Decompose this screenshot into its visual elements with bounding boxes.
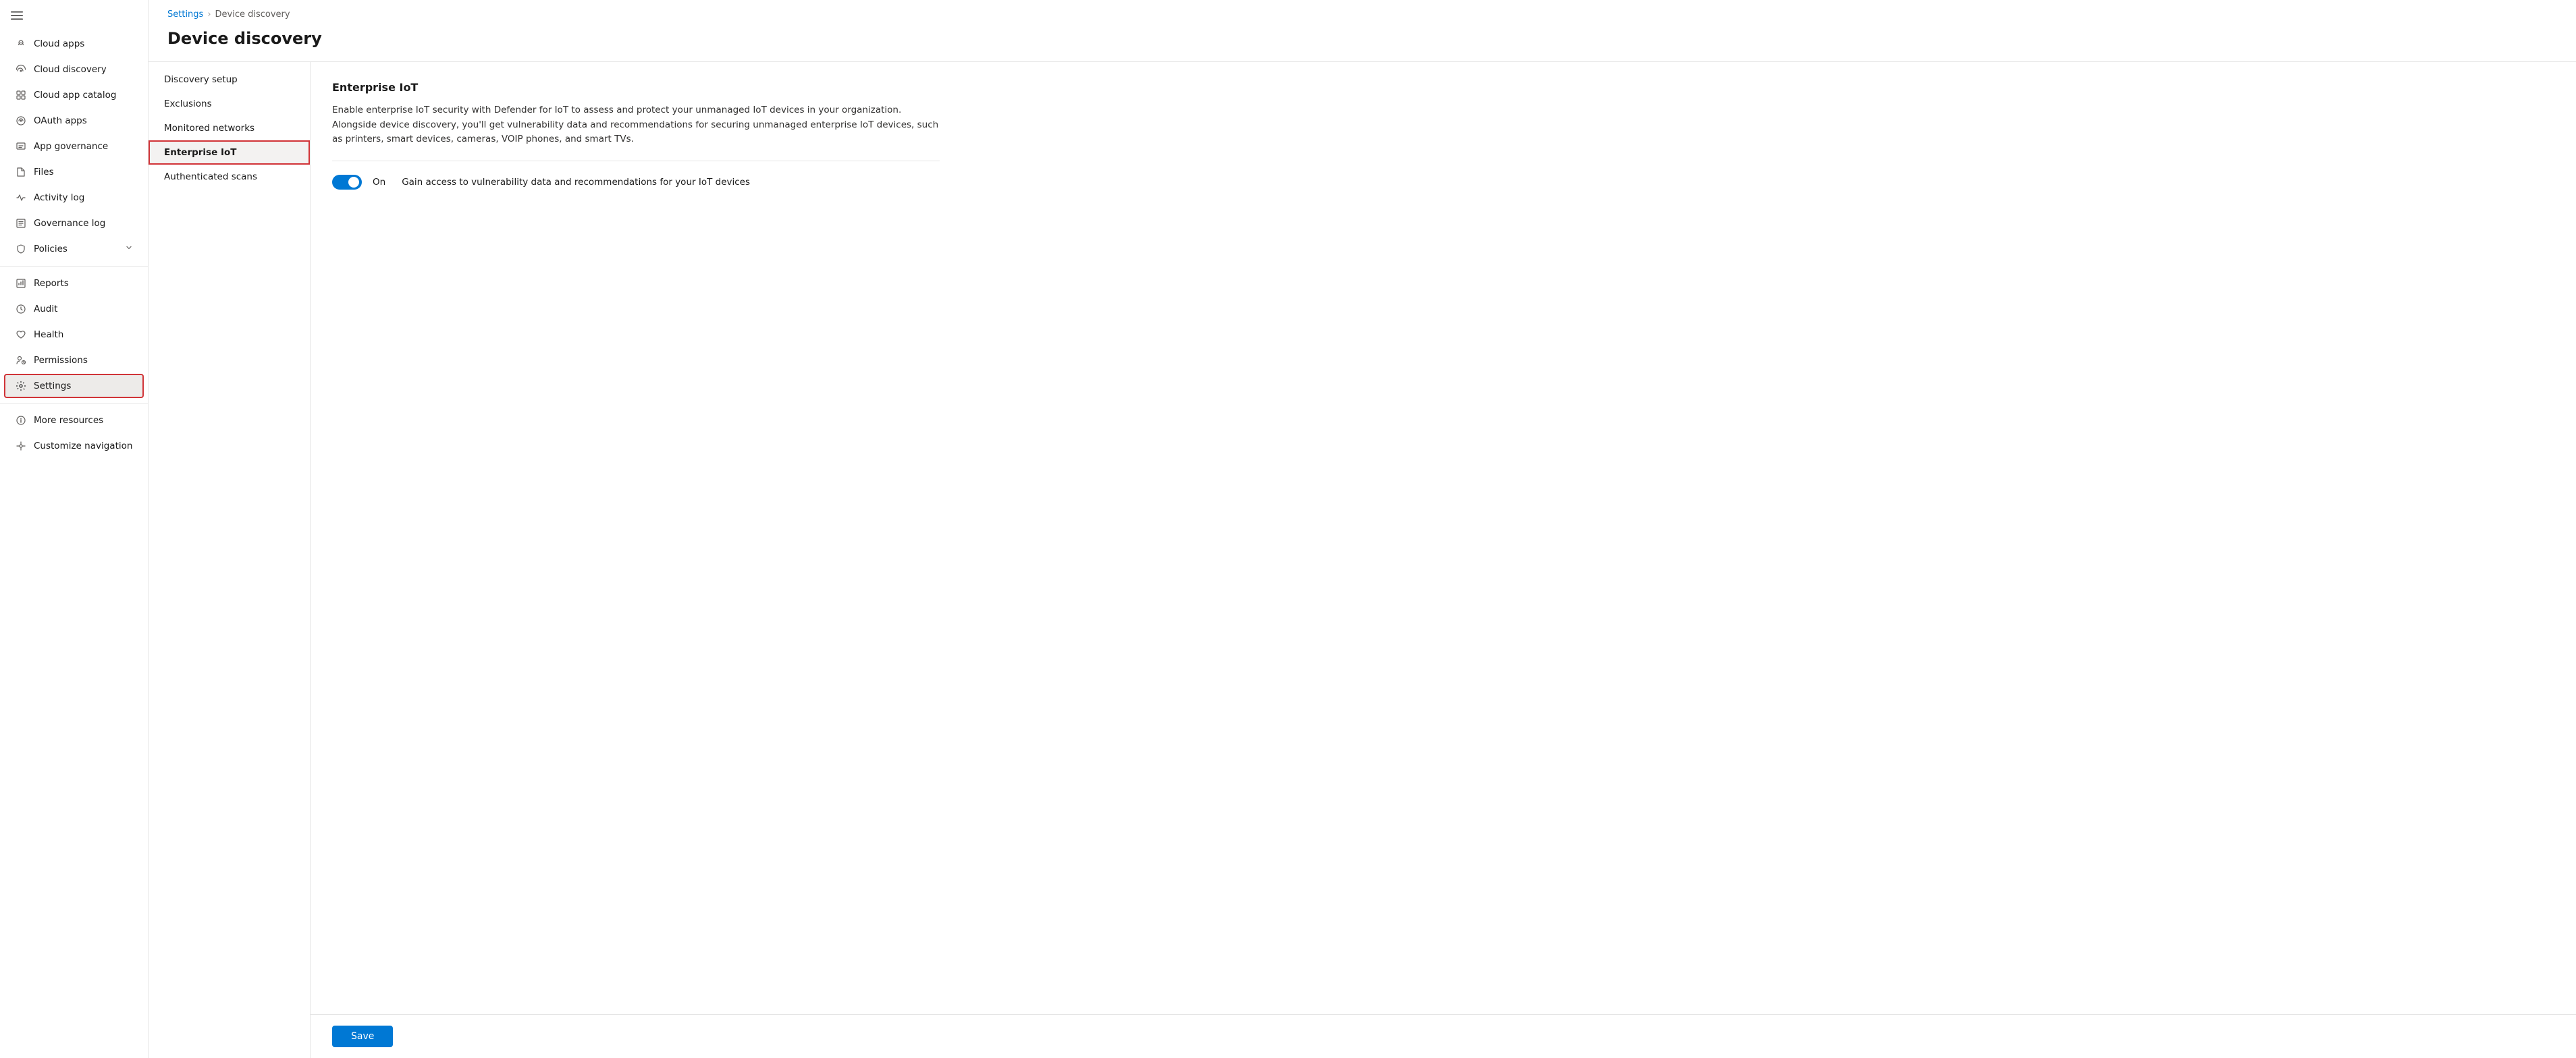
- sidebar-item-reports[interactable]: Reports: [4, 271, 144, 296]
- sidebar-item-label: Customize navigation: [34, 441, 132, 451]
- toggle-track: [332, 175, 362, 190]
- sidebar-item-label: Files: [34, 167, 54, 177]
- sidebar-item-label: Activity log: [34, 192, 84, 203]
- sidebar-item-label: Cloud app catalog: [34, 90, 116, 101]
- section-title: Enterprise IoT: [332, 81, 2554, 94]
- cloud-apps-icon: [15, 38, 27, 50]
- save-button[interactable]: Save: [332, 1026, 393, 1047]
- sidebar-item-cloud-discovery[interactable]: Cloud discovery: [4, 57, 144, 82]
- sidebar-item-label: Permissions: [34, 355, 88, 366]
- oauth-icon: [15, 115, 27, 127]
- audit-icon: [15, 303, 27, 315]
- toggle-thumb: [348, 177, 359, 188]
- sidebar-item-label: Settings: [34, 381, 71, 391]
- left-nav-authenticated-scans[interactable]: Authenticated scans: [149, 165, 310, 189]
- sidebar: Cloud apps Cloud discovery Cloud app cat…: [0, 0, 149, 1058]
- sidebar-item-label: Reports: [34, 278, 69, 289]
- sidebar-item-health[interactable]: Health: [4, 323, 144, 347]
- sidebar-item-label: Cloud apps: [34, 38, 84, 49]
- hamburger-menu[interactable]: [0, 0, 148, 31]
- content-panel: Discovery setup Exclusions Monitored net…: [149, 61, 2576, 1058]
- more-icon: [15, 414, 27, 426]
- left-nav-enterprise-iot[interactable]: Enterprise IoT: [149, 140, 310, 165]
- cloud-discovery-icon: [15, 63, 27, 76]
- customize-icon: [15, 440, 27, 452]
- sidebar-divider: [0, 266, 148, 267]
- sidebar-item-cloud-app-catalog[interactable]: Cloud app catalog: [4, 83, 144, 107]
- sidebar-item-label: Health: [34, 329, 63, 340]
- activity-icon: [15, 192, 27, 204]
- left-nav-monitored-networks[interactable]: Monitored networks: [149, 116, 310, 140]
- sidebar-item-permissions[interactable]: Permissions: [4, 348, 144, 372]
- sidebar-item-label: Governance log: [34, 218, 105, 229]
- page-title: Device discovery: [167, 29, 2557, 48]
- sidebar-item-cloud-apps[interactable]: Cloud apps: [4, 32, 144, 56]
- main-content: Settings › Device discovery Device disco…: [149, 0, 2576, 1058]
- sidebar-item-label: App governance: [34, 141, 108, 152]
- left-nav-exclusions[interactable]: Exclusions: [149, 92, 310, 116]
- sidebar-item-files[interactable]: Files: [4, 160, 144, 184]
- sidebar-item-policies[interactable]: Policies: [4, 237, 144, 261]
- sidebar-item-more-resources[interactable]: More resources: [4, 408, 144, 433]
- breadcrumb-settings-link[interactable]: Settings: [167, 9, 203, 20]
- sidebar-item-label: Policies: [34, 244, 68, 254]
- enterprise-iot-toggle[interactable]: [332, 175, 362, 190]
- toggle-on-label: On: [373, 177, 385, 188]
- breadcrumb: Settings › Device discovery: [149, 0, 2576, 24]
- toggle-description: Gain access to vulnerability data and re…: [402, 177, 750, 188]
- settings-icon: [15, 380, 27, 392]
- reports-icon: [15, 277, 27, 289]
- sidebar-item-label: Cloud discovery: [34, 64, 107, 75]
- governance-icon: [15, 140, 27, 152]
- page-title-area: Device discovery: [149, 24, 2576, 61]
- hamburger-icon: [11, 9, 23, 22]
- sidebar-item-oauth-apps[interactable]: OAuth apps: [4, 109, 144, 133]
- files-icon: [15, 166, 27, 178]
- toggle-row: On Gain access to vulnerability data and…: [332, 175, 2554, 190]
- left-nav: Discovery setup Exclusions Monitored net…: [149, 62, 311, 1058]
- section-description: Enable enterprise IoT security with Defe…: [332, 103, 940, 161]
- sidebar-item-label: OAuth apps: [34, 115, 87, 126]
- save-area: Save: [311, 1014, 2576, 1058]
- sidebar-item-governance-log[interactable]: Governance log: [4, 211, 144, 235]
- chevron-down-icon: [125, 244, 133, 254]
- sidebar-item-label: More resources: [34, 415, 103, 426]
- health-icon: [15, 329, 27, 341]
- sidebar-item-activity-log[interactable]: Activity log: [4, 186, 144, 210]
- permissions-icon: [15, 354, 27, 366]
- sidebar-item-audit[interactable]: Audit: [4, 297, 144, 321]
- breadcrumb-current: Device discovery: [215, 9, 290, 20]
- sidebar-item-customize-navigation[interactable]: Customize navigation: [4, 434, 144, 458]
- sidebar-item-settings[interactable]: Settings: [4, 374, 144, 398]
- breadcrumb-separator: ›: [207, 9, 211, 20]
- catalog-icon: [15, 89, 27, 101]
- right-panel: Enterprise IoT Enable enterprise IoT sec…: [311, 62, 2576, 1014]
- left-nav-discovery-setup[interactable]: Discovery setup: [149, 67, 310, 92]
- policies-icon: [15, 243, 27, 255]
- governance-log-icon: [15, 217, 27, 229]
- sidebar-item-label: Audit: [34, 304, 57, 314]
- right-content-wrapper: Enterprise IoT Enable enterprise IoT sec…: [311, 62, 2576, 1058]
- sidebar-item-app-governance[interactable]: App governance: [4, 134, 144, 159]
